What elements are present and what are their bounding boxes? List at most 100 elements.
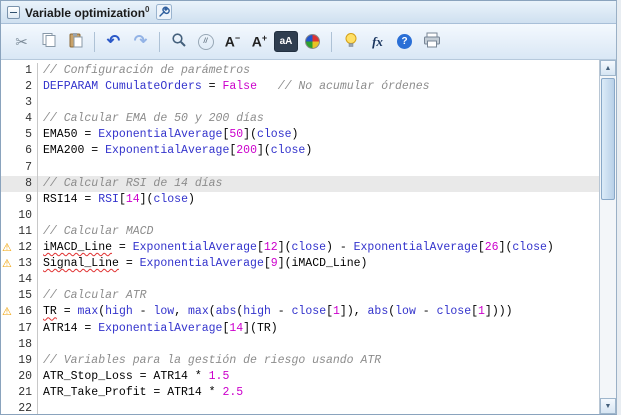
copy-icon [41,32,57,51]
scroll-down-button[interactable]: ▼ [600,398,616,414]
code-line-text [38,208,43,224]
decrease-font-button[interactable]: A− [220,29,245,54]
code-line-text: EMA50 = ExponentialAverage[50](close) [43,128,299,142]
titlebar: Variable optimization0 [1,1,616,24]
scrollbar-thumb[interactable] [601,78,615,200]
code-line-text: // Calcular ATR [43,289,147,303]
code-line-text: // Configuración de parámetros [43,64,251,77]
code-line[interactable]: 21 ATR_Take_Profit = ATR14 * 2.5 [1,384,599,401]
redo-button[interactable]: ↷ [128,29,153,54]
code-line-text: ATR14 = ExponentialAverage[14](TR) [43,321,278,335]
hint-button[interactable] [338,29,363,54]
code-line[interactable]: 18 [1,336,599,353]
code-line[interactable]: 10 [1,207,599,224]
code-line[interactable]: 6 EMA200 = ExponentialAverage[200](close) [1,143,599,160]
paste-button[interactable] [63,29,88,54]
code-lines[interactable]: 1 // Configuración de parámetros 2 DEFPARAM… [1,60,599,414]
line-number: 22 [1,400,38,414]
code-line[interactable]: 1 // Configuración de parámetros [1,63,599,80]
code-line-text: ATR_Take_Profit = ATR14 * 2.5 [43,385,244,399]
line-number: 8 [1,175,38,192]
font-style-icon: aA [279,36,293,47]
code-line[interactable]: 5 EMA50 = ExponentialAverage[50](close) [1,127,599,144]
code-line[interactable]: 22 [1,400,599,414]
line-number: 3 [1,95,38,112]
search-button[interactable] [166,29,191,54]
code-line[interactable]: 11 // Calcular MACD [1,223,599,241]
undo-icon: ↶ [106,32,121,50]
line-number: 11 [1,223,38,241]
line-number: 10 [1,207,38,224]
line-number: 5 [1,127,38,144]
code-line[interactable]: 4 // Calcular EMA de 50 y 200 días [1,111,599,128]
font-style-button[interactable]: aA [274,31,298,52]
code-line-text [38,272,43,288]
scissors-icon: ✂ [15,33,28,51]
undo-button[interactable]: ↶ [101,29,126,54]
code-line-text: RSI14 = RSI[14](close) [43,192,195,206]
search-icon [171,32,187,51]
copy-button[interactable] [36,29,61,54]
scrollbar-track[interactable] [600,76,616,398]
line-number: 1 [1,63,38,80]
toolbar: ✂ ↶ ↷ // A− A+ aA fx ? [1,24,616,60]
line-number: ⚠ 12 [1,240,38,257]
line-number: 21 [1,384,38,401]
font-increase-icon: A+ [251,33,268,50]
toolbar-separator [159,31,160,52]
lightbulb-icon [343,32,359,51]
code-line-text: iMACD_Line = ExponentialAverage[12](clos… [43,241,554,255]
code-line-text: TR = max(high - low, max(abs(high - clos… [43,305,513,319]
code-line-text [38,337,43,353]
colors-button[interactable] [300,29,325,54]
toolbar-separator [331,31,332,52]
code-line[interactable]: 14 [1,272,599,289]
probuilder-tool-icon[interactable] [156,4,173,20]
code-line-text [38,95,43,111]
line-number: 4 [1,111,38,128]
code-line-text: Signal_Line = ExponentialAverage[9](iMAC… [43,257,368,271]
code-line[interactable]: 17 ATR14 = ExponentialAverage[14](TR) [1,320,599,337]
color-wheel-icon [305,34,320,49]
code-line[interactable]: 3 [1,95,599,112]
collapse-button[interactable] [7,5,20,19]
code-editor: 1 // Configuración de parámetros 2 DEFPARAM… [1,60,616,414]
code-line[interactable]: ⚠ 16 TR = max(high - low, max(abs(high - c… [1,304,599,321]
scroll-up-button[interactable]: ▲ [600,60,616,76]
vertical-scrollbar: ▲ ▼ [599,60,616,414]
print-button[interactable] [419,29,444,54]
cut-button[interactable]: ✂ [9,29,34,54]
redo-icon: ↷ [133,32,148,50]
code-line[interactable]: 8 // Calcular RSI de 14 días [1,175,599,192]
code-line-text: // Variables para la gestión de riesgo u… [43,353,382,367]
line-number: 6 [1,143,38,160]
code-line[interactable]: ⚠ 13 Signal_Line = ExponentialAverage[9](i… [1,256,599,273]
increase-font-button[interactable]: A+ [247,29,272,54]
code-line[interactable]: ⚠ 12 iMACD_Line = ExponentialAverage[12](c… [1,240,599,257]
font-decrease-icon: A− [224,33,241,50]
code-line[interactable]: 7 [1,159,599,176]
code-line-text: // Calcular RSI de 14 días [43,176,223,190]
code-line[interactable]: 15 // Calcular ATR [1,288,599,305]
script-editor-window: Variable optimization0 ✂ ↶ ↷ // A− A+ aA… [0,0,617,415]
toolbar-separator [94,31,95,52]
comment-icon: // [197,33,214,50]
line-number: ⚠ 13 [1,256,38,273]
page-title: Variable optimization0 [25,4,150,20]
code-line[interactable]: 20 ATR_Stop_Loss = ATR14 * 1.5 [1,368,599,385]
comment-toggle-button[interactable]: // [193,29,218,54]
line-number: ⚠ 16 [1,304,38,321]
printer-icon [423,32,441,51]
line-number: 14 [1,272,38,289]
line-number: 19 [1,352,38,369]
code-line-text: DEFPARAM CumulateOrders = False // No ac… [43,80,430,94]
insert-function-button[interactable]: fx [365,29,390,54]
code-line[interactable]: 9 RSI14 = RSI[14](close) [1,191,599,208]
fx-icon: fx [372,33,383,49]
code-line-text: // Calcular EMA de 50 y 200 días [43,112,264,126]
code-line[interactable]: 2 DEFPARAM CumulateOrders = False // No a… [1,79,599,96]
warning-icon: ⚠ [2,241,12,255]
help-button[interactable]: ? [392,29,417,54]
code-line-text: EMA200 = ExponentialAverage[200](close) [43,144,313,158]
code-line[interactable]: 19 // Variables para la gestión de riesgo… [1,352,599,369]
